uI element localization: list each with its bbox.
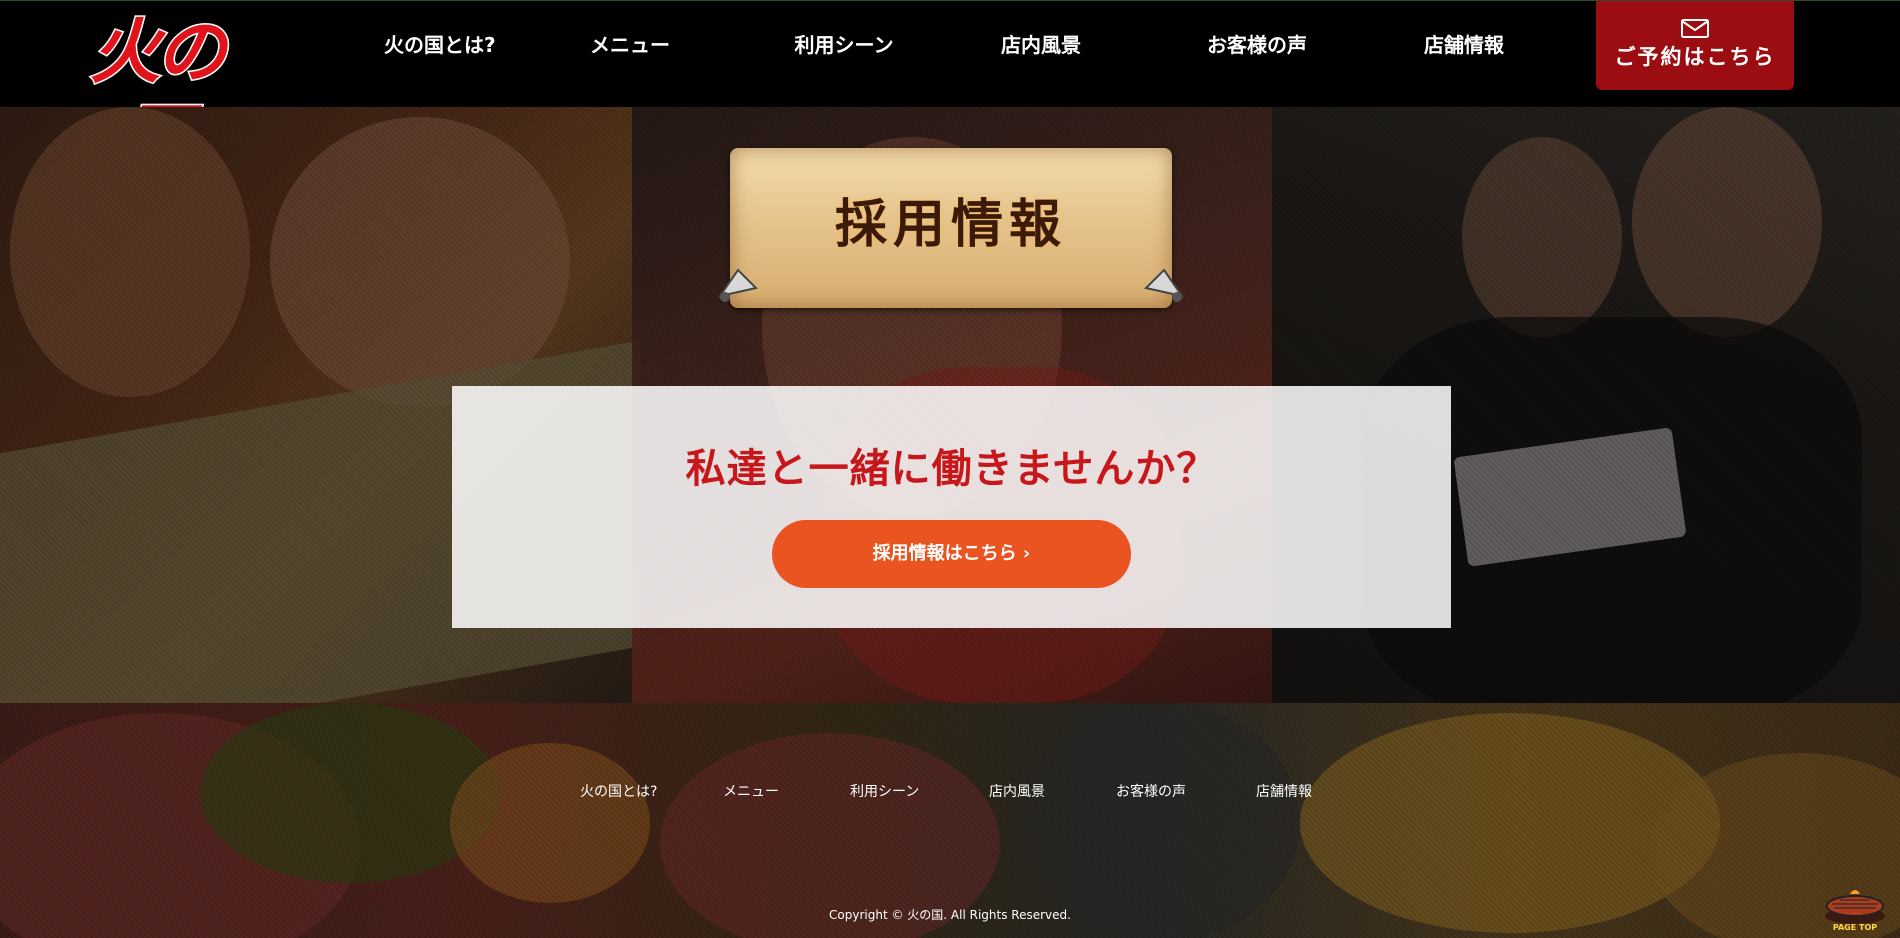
reservation-button[interactable]: ご予約はこちら bbox=[1596, 1, 1794, 90]
footer-nav: 火の国とは? メニュー 利用シーン 店内風景 お客様の声 店舗情報 bbox=[540, 780, 1360, 804]
nav-item-interior[interactable]: 店内風景 bbox=[1000, 21, 1082, 69]
page-top-label: PAGE TOP bbox=[1832, 923, 1878, 932]
site-header: 火の国 火の国とは? メニュー 利用シーン 店内風景 お客様の声 店舗情報 ご予… bbox=[0, 0, 1900, 181]
recruit-info-button[interactable]: 採用情報はこちら › bbox=[772, 520, 1131, 588]
sign-title: 採用情報 bbox=[834, 195, 1067, 255]
footer-nav-about[interactable]: 火の国とは? bbox=[580, 780, 660, 804]
recruit-title: 私達と一緒に働きませんか？ bbox=[685, 446, 1218, 492]
footer-nav-scenes[interactable]: 利用シーン bbox=[850, 780, 926, 804]
footer-nav-store-info[interactable]: 店舗情報 bbox=[1256, 780, 1316, 804]
recruit-wood-sign: 採用情報 bbox=[717, 148, 1185, 313]
nav-item-store-info[interactable]: 店舗情報 bbox=[1423, 21, 1505, 69]
spotlight-icon bbox=[717, 268, 758, 302]
nav-item-menu[interactable]: メニュー bbox=[590, 21, 670, 69]
site-logo[interactable]: 火の国 bbox=[58, 9, 254, 181]
footer-nav-reviews[interactable]: お客様の声 bbox=[1116, 780, 1192, 804]
main-nav: 火の国とは? メニュー 利用シーン 店内風景 お客様の声 店舗情報 bbox=[336, 21, 1541, 69]
page-top-button[interactable]: PAGE TOP bbox=[1820, 886, 1890, 936]
footer-nav-menu[interactable]: メニュー bbox=[723, 780, 783, 804]
grill-icon bbox=[1825, 890, 1885, 924]
copyright-text: Copyright © 火の国. All Rights Reserved. bbox=[829, 908, 1071, 922]
recruit-card: 私達と一緒に働きませんか？ 採用情報はこちら › bbox=[452, 386, 1451, 628]
reservation-label: ご予約はこちら bbox=[1614, 45, 1776, 69]
nav-item-scenes[interactable]: 利用シーン bbox=[793, 21, 895, 69]
recruit-hero: 採用情報 私達と一緒に働きませんか？ 採用情報はこちら › bbox=[0, 107, 1900, 703]
nav-item-about[interactable]: 火の国とは? bbox=[384, 21, 496, 69]
mail-icon bbox=[1681, 19, 1709, 38]
logo-text: 火の国 bbox=[89, 9, 228, 181]
site-footer: 火の国とは? メニュー 利用シーン 店内風景 お客様の声 店舗情報 Copyri… bbox=[0, 703, 1900, 938]
footer-pattern-overlay bbox=[0, 703, 1900, 938]
spotlight-icon bbox=[1144, 268, 1185, 302]
nav-item-reviews[interactable]: お客様の声 bbox=[1206, 21, 1308, 69]
footer-nav-interior[interactable]: 店内風景 bbox=[989, 780, 1049, 804]
